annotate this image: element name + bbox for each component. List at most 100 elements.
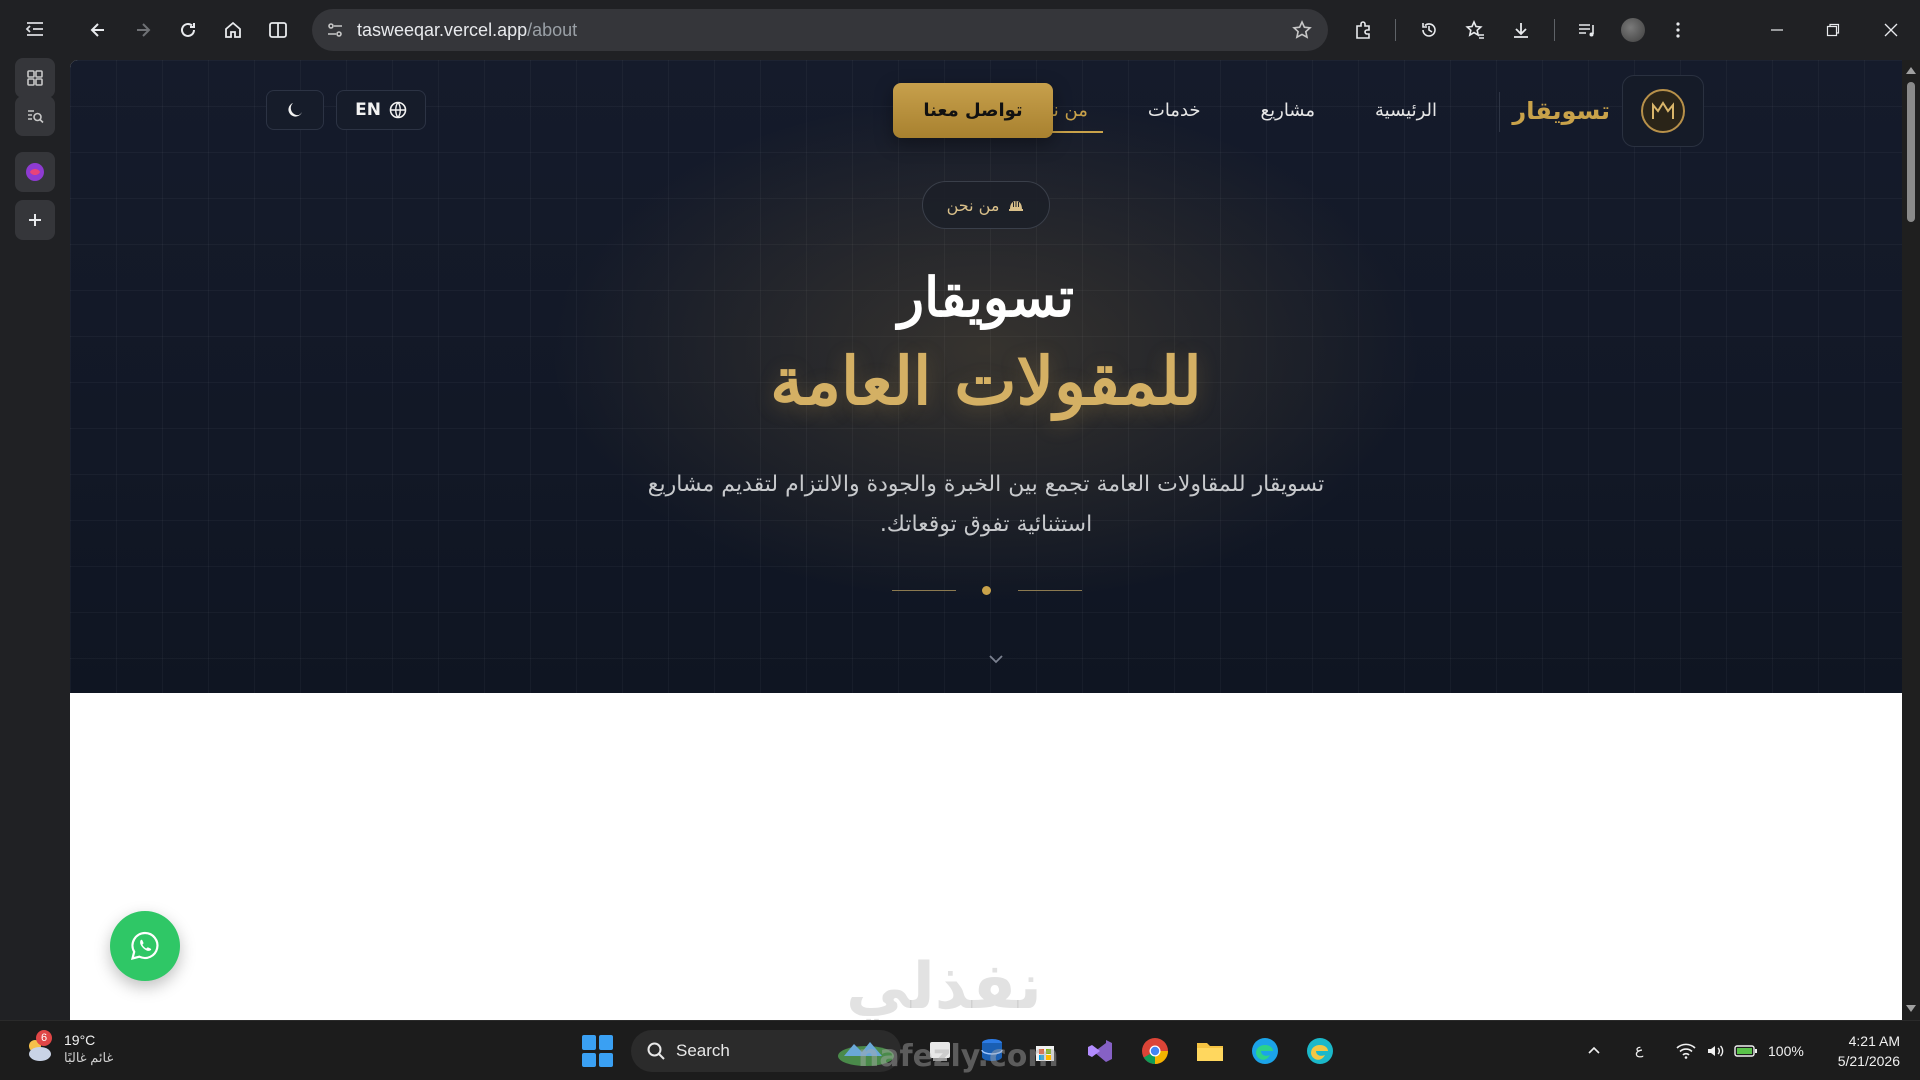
close-window-button[interactable] [1871, 12, 1911, 48]
chrome-icon [1142, 1038, 1168, 1064]
nav-item-services[interactable]: خدمات [1133, 100, 1216, 133]
weather-condition: غائم غالبًا [64, 1050, 114, 1065]
contact-us-button[interactable]: تواصل معنا [893, 83, 1053, 138]
edge-icon [1252, 1038, 1278, 1064]
more-vert-icon [1676, 22, 1680, 38]
nav-item-projects[interactable]: مشاريع [1246, 100, 1330, 133]
theme-toggle-button[interactable] [266, 90, 324, 130]
profile-button[interactable] [1617, 14, 1649, 46]
history-button[interactable] [1413, 14, 1445, 46]
arrow-left-icon [90, 23, 104, 37]
language-label: EN [355, 100, 381, 120]
watermark-url: nafezly.com [858, 1039, 1059, 1074]
chevron-down-icon [989, 655, 1003, 664]
split-view-button[interactable] [260, 12, 296, 48]
grid-icon [27, 70, 43, 86]
tray-network-volume-battery[interactable]: 100% [1676, 1033, 1816, 1069]
tab-actions-button[interactable] [18, 12, 52, 46]
clock-time: 4:21 AM [1848, 1033, 1900, 1049]
url-path: /about [527, 20, 578, 40]
whatsapp-float-button[interactable] [110, 911, 180, 981]
hard-hat-icon [1009, 201, 1024, 211]
taskbar-app-edge[interactable] [1247, 1033, 1283, 1069]
brand-name: تسويقار [1512, 97, 1610, 125]
divider-line-left [892, 590, 956, 591]
volume-icon [1708, 1045, 1724, 1057]
weather-widget[interactable]: 6 19°C غائم غالبًا [22, 1030, 113, 1067]
search-tabs-button[interactable] [15, 96, 55, 136]
minimize-button[interactable] [1757, 12, 1797, 48]
brand[interactable]: تسويقار [1512, 75, 1704, 147]
page-viewport: تسويقار الرئيسية مشاريع خدمات من نحن توا… [70, 60, 1902, 1020]
logo-emblem-icon [1641, 89, 1685, 133]
language-toggle-button[interactable]: EN [336, 90, 426, 130]
hero-description: تسويقار للمقاولات العامة تجمع بين الخبرة… [647, 472, 1325, 537]
bookmark-star-button[interactable] [1288, 16, 1316, 44]
taskbar-app-file-explorer[interactable] [1192, 1033, 1228, 1069]
whatsapp-icon [130, 931, 159, 961]
hero-title-line-1: تسويقار [898, 265, 1074, 329]
windows-logo-tile [582, 1035, 596, 1050]
chevron-up-icon [1588, 1046, 1600, 1054]
favorites-button[interactable] [1459, 14, 1491, 46]
close-icon [1884, 23, 1898, 37]
extensions-button[interactable] [1347, 14, 1379, 46]
page-scrollbar[interactable] [1902, 60, 1920, 1020]
address-bar[interactable]: tasweeqar.vercel.app/about [312, 9, 1328, 51]
arrow-right-icon [137, 23, 151, 37]
restore-button[interactable] [1813, 12, 1853, 48]
taskbar-app-edge-beta[interactable] [1302, 1033, 1338, 1069]
toolbar-separator [1554, 19, 1555, 41]
scroll-thumb[interactable] [1907, 82, 1915, 222]
reload-button[interactable] [170, 12, 206, 48]
site-info-button[interactable] [320, 15, 350, 45]
scroll-down-arrow[interactable] [1906, 1005, 1916, 1012]
tune-icon [328, 23, 342, 37]
site-favicon-icon [26, 163, 44, 181]
about-hero: تسويقار الرئيسية مشاريع خدمات من نحن توا… [70, 60, 1902, 693]
taskbar-app-chrome[interactable] [1137, 1033, 1173, 1069]
menu-button[interactable] [1662, 14, 1694, 46]
tab-favicon-site[interactable] [15, 152, 55, 192]
battery-charging-icon [1734, 1045, 1757, 1057]
new-tab-button[interactable] [15, 200, 55, 240]
media-control-button[interactable] [1571, 14, 1603, 46]
windows-logo-tile [599, 1035, 613, 1050]
weather-alert-badge: 6 [36, 1030, 52, 1046]
downloads-button[interactable] [1505, 14, 1537, 46]
scroll-up-arrow[interactable] [1906, 67, 1916, 74]
os-taskbar: 6 19°C غائم غالبًا Search nafezly.com ع … [0, 1020, 1920, 1080]
start-button[interactable] [582, 1035, 614, 1067]
restore-icon [1826, 23, 1840, 37]
star-icon [1292, 20, 1312, 39]
system-clock[interactable]: 4:21 AM 5/21/2026 [1820, 1031, 1900, 1071]
minimize-icon [1771, 29, 1783, 31]
divider-dot [982, 586, 991, 595]
site-header: تسويقار الرئيسية مشاريع خدمات من نحن توا… [70, 60, 1902, 170]
back-button[interactable] [80, 12, 116, 48]
main-nav: الرئيسية مشاريع خدمات من نحن [1013, 100, 1452, 133]
search-icon [647, 1042, 665, 1060]
forward-button[interactable] [125, 12, 161, 48]
collapse-sidebar-icon [25, 22, 43, 36]
avatar [1621, 18, 1645, 42]
badge-label: من نحن [946, 195, 1000, 215]
weather-text: 19°C غائم غالبًا [64, 1031, 113, 1067]
weather-icon: 6 [22, 1030, 56, 1066]
tray-overflow-button[interactable] [1576, 1033, 1612, 1069]
url-text[interactable]: tasweeqar.vercel.app/about [357, 20, 577, 41]
plus-icon [29, 214, 41, 226]
download-icon [1514, 23, 1528, 38]
clock-date: 5/21/2026 [1837, 1053, 1900, 1069]
edge-beta-icon [1307, 1038, 1333, 1064]
home-button[interactable] [215, 12, 251, 48]
puzzle-icon [1356, 21, 1370, 39]
taskbar-app-visual-studio[interactable] [1082, 1033, 1118, 1069]
workspaces-button[interactable] [15, 58, 55, 98]
search-list-icon [28, 110, 44, 124]
keyboard-language[interactable]: ع [1635, 1041, 1643, 1058]
battery-percent: 100% [1768, 1043, 1804, 1059]
scroll-down-indicator[interactable] [987, 650, 1005, 669]
nav-item-home[interactable]: الرئيسية [1360, 100, 1452, 133]
divider-line-right [1018, 590, 1082, 591]
